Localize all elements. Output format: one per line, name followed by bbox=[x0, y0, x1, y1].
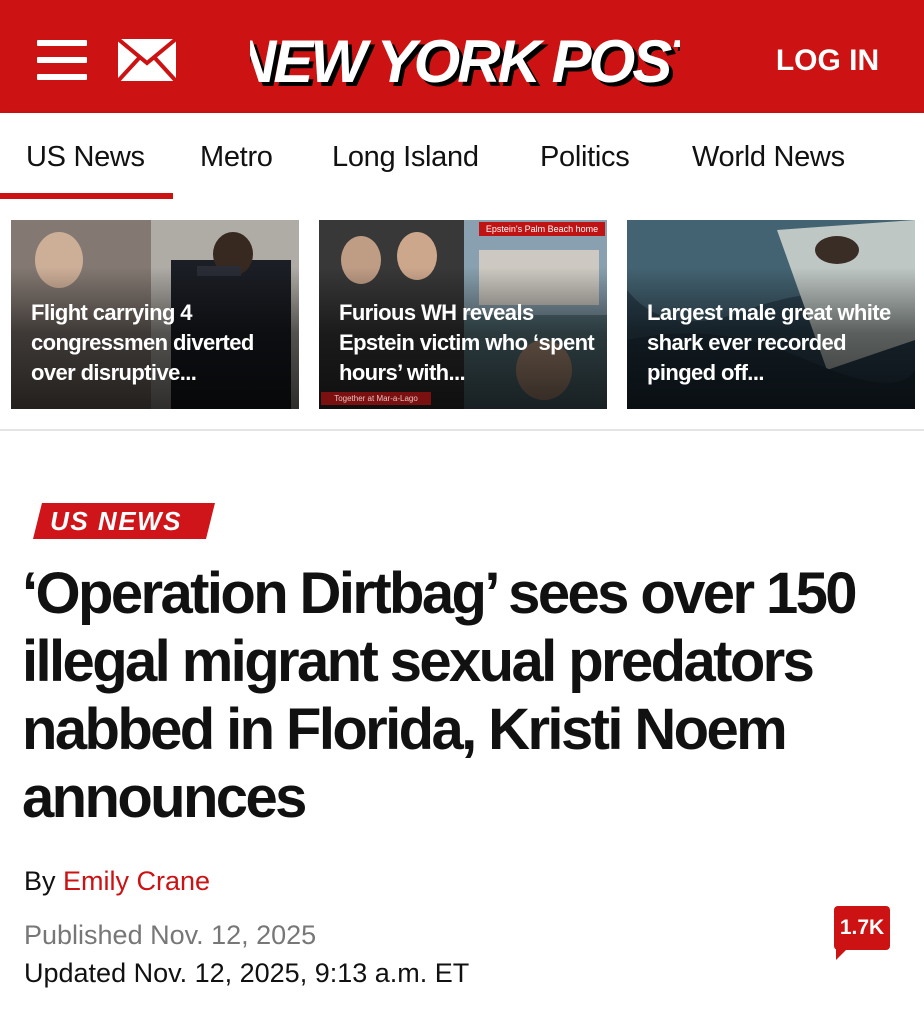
section-kicker[interactable]: US NEWS bbox=[26, 503, 215, 539]
comment-count: 1.7K bbox=[839, 916, 885, 939]
nav-item-metro[interactable]: Metro bbox=[200, 137, 273, 177]
site-logo[interactable]: NEW YORK POST NEW YORK POST bbox=[250, 20, 680, 98]
story-card[interactable]: Largest male great white shark ever reco… bbox=[627, 220, 915, 409]
active-tab-indicator bbox=[0, 193, 173, 199]
story-card[interactable]: Flight carrying 4 congressmen diverted o… bbox=[11, 220, 299, 409]
image-caption-tag: Together at Mar-a-Lago bbox=[321, 392, 431, 405]
byline-prefix: By bbox=[24, 866, 56, 896]
hamburger-menu-icon[interactable] bbox=[37, 40, 87, 82]
login-button[interactable]: LOG IN bbox=[770, 40, 885, 82]
story-title[interactable]: Largest male great white shark ever reco… bbox=[647, 298, 905, 388]
comments-button[interactable]: 1.7K bbox=[834, 906, 890, 960]
author-link[interactable]: Emily Crane bbox=[63, 866, 210, 896]
divider bbox=[0, 429, 924, 431]
nav-item-politics[interactable]: Politics bbox=[540, 137, 630, 177]
top-stories-strip: Flight carrying 4 congressmen diverted o… bbox=[0, 201, 924, 431]
updated-date: Updated Nov. 12, 2025, 9:13 a.m. ET bbox=[24, 958, 470, 988]
story-card[interactable]: Epstein's Palm Beach home Together at Ma… bbox=[319, 220, 607, 409]
nav-item-long-island[interactable]: Long Island bbox=[332, 137, 479, 177]
article-headline: ‘Operation Dirtbag’ sees over 150 illega… bbox=[22, 561, 858, 830]
section-nav: US News Metro Long Island Politics World… bbox=[0, 113, 924, 201]
nav-item-us-news[interactable]: US News bbox=[26, 137, 145, 177]
site-header: NEW YORK POST NEW YORK POST LOG IN bbox=[0, 0, 924, 113]
story-title[interactable]: Flight carrying 4 congressmen diverted o… bbox=[31, 298, 289, 388]
image-caption-tag: Epstein's Palm Beach home bbox=[479, 222, 605, 236]
envelope-icon[interactable] bbox=[116, 37, 178, 83]
nav-item-world-news[interactable]: World News bbox=[692, 137, 845, 177]
story-title[interactable]: Furious WH reveals Epstein victim who ‘s… bbox=[339, 298, 597, 388]
svg-text:NEW YORK POST: NEW YORK POST bbox=[250, 28, 680, 95]
byline: By Emily Crane bbox=[24, 864, 210, 898]
published-date: Published Nov. 12, 2025 bbox=[24, 920, 317, 950]
